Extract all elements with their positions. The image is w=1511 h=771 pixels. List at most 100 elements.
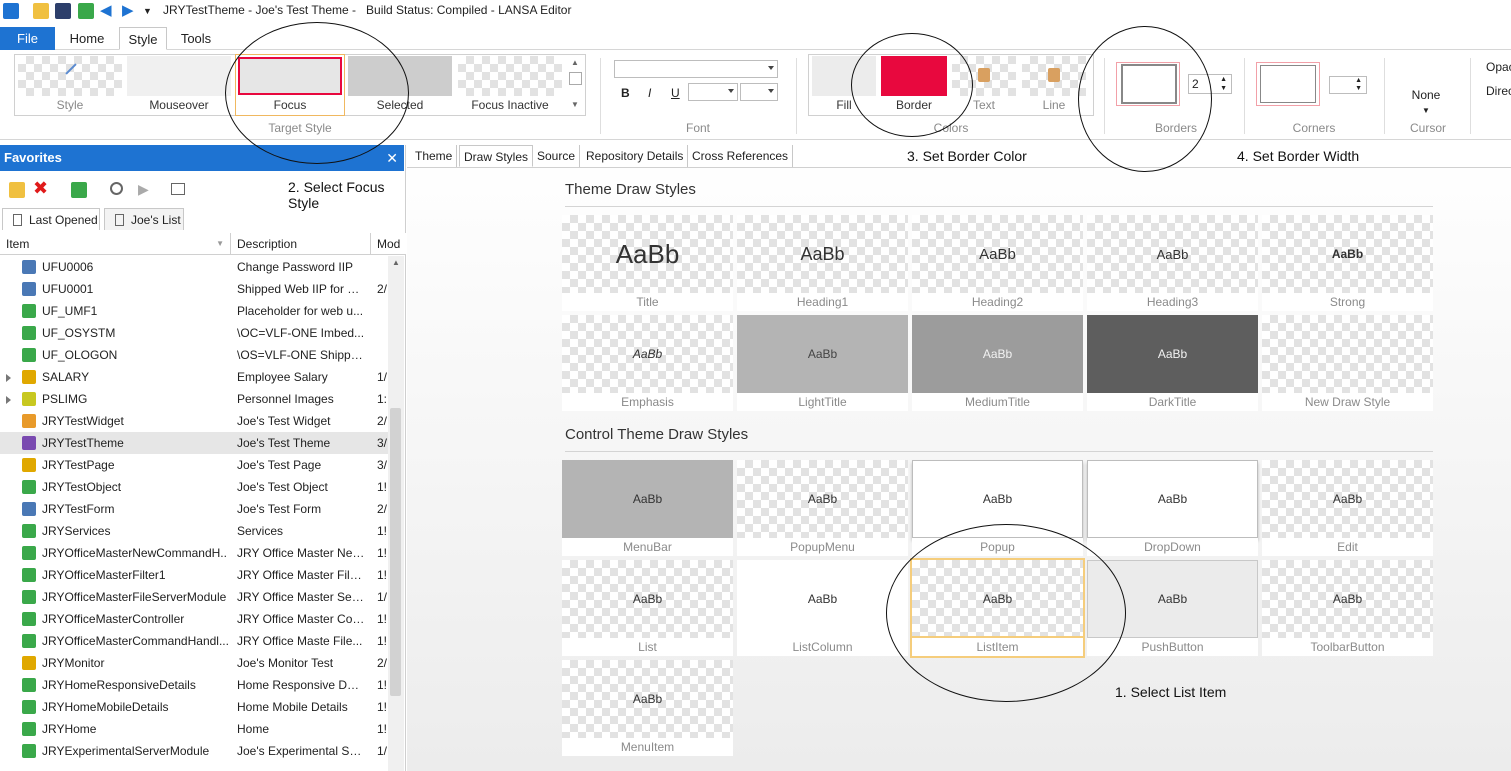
list-item[interactable]: JRYHomeResponsiveDetails Home Responsive … [0, 674, 388, 696]
tab-cross-references[interactable]: Cross References [688, 145, 794, 167]
control-style-pushbutton[interactable]: AaBb PushButton [1087, 560, 1258, 656]
font-color-combo[interactable] [740, 83, 778, 101]
tab-file[interactable]: File [0, 27, 55, 50]
gallery-more-button[interactable] [569, 72, 582, 85]
draw-style-heading3[interactable]: AaBb Heading3 [1087, 215, 1258, 311]
style-preview[interactable]: AaBb [737, 460, 908, 538]
expand-arrow-icon[interactable] [6, 396, 11, 404]
draw-style-strong[interactable]: AaBb Strong [1262, 215, 1433, 311]
style-preview[interactable]: AaBb [1262, 215, 1433, 293]
list-item[interactable]: JRYTestTheme Joe's Test Theme 3/ [0, 432, 388, 454]
list-item[interactable]: UFU0001 Shipped Web IIP for U... 2/ [0, 278, 388, 300]
check-in-icon[interactable] [71, 182, 87, 198]
target-style-mouseover[interactable] [127, 56, 231, 96]
list-item[interactable]: JRYOfficeMasterFileServerModule JRY Offic… [0, 586, 388, 608]
style-preview[interactable]: AaBb [737, 215, 908, 293]
properties-icon[interactable] [171, 183, 185, 195]
fill-color-button[interactable] [812, 56, 876, 96]
style-preview[interactable]: AaBb [1087, 560, 1258, 638]
style-preview[interactable]: AaBb [1087, 215, 1258, 293]
forward-arrow-icon[interactable]: ▶ [122, 3, 138, 19]
bold-button[interactable]: B [621, 86, 630, 100]
list-scrollbar[interactable]: ▲ [388, 256, 404, 771]
list-item[interactable]: JRYOfficeMasterController JRY Office Mast… [0, 608, 388, 630]
draw-style-new-draw-style[interactable]: New Draw Style [1262, 315, 1433, 411]
control-style-popupmenu[interactable]: AaBb PopupMenu [737, 460, 908, 556]
style-preview[interactable]: AaBb [737, 315, 908, 393]
list-item[interactable]: JRYTestForm Joe's Test Form 2/ [0, 498, 388, 520]
control-style-popup[interactable]: AaBb Popup [912, 460, 1083, 556]
tab-style[interactable]: Style [119, 27, 167, 50]
direction-label[interactable]: Direc [1486, 84, 1511, 98]
draw-style-mediumtitle[interactable]: AaBb MediumTitle [912, 315, 1083, 411]
style-preview[interactable]: AaBb [562, 560, 733, 638]
style-preview[interactable]: AaBb [912, 460, 1083, 538]
target-style-selected[interactable] [348, 56, 452, 96]
list-item[interactable]: JRYTestObject Joe's Test Object 1! [0, 476, 388, 498]
customize-toolbar-icon[interactable]: ▼ [143, 3, 159, 19]
control-style-toolbarbutton[interactable]: AaBb ToolbarButton [1262, 560, 1433, 656]
style-preview[interactable]: AaBb [562, 215, 733, 293]
style-preview[interactable]: AaBb [1087, 315, 1258, 393]
check-in-icon[interactable] [78, 3, 94, 19]
delete-icon[interactable]: ✖ [33, 179, 49, 197]
style-preview[interactable]: AaBb [562, 315, 733, 393]
tab-repository-details[interactable]: Repository Details [582, 145, 689, 167]
draw-style-emphasis[interactable]: AaBb Emphasis [562, 315, 733, 411]
tab-theme[interactable]: Theme [411, 145, 458, 167]
tab-home[interactable]: Home [60, 27, 114, 50]
control-style-dropdown[interactable]: AaBb DropDown [1087, 460, 1258, 556]
target-style-style[interactable] [18, 56, 122, 96]
expand-arrow-icon[interactable] [6, 374, 11, 382]
style-preview[interactable]: AaBb [912, 215, 1083, 293]
list-item[interactable]: JRYHomeMobileDetails Home Mobile Details 1… [0, 696, 388, 718]
list-item[interactable]: JRYOfficeMasterFilter1 JRY Office Master … [0, 564, 388, 586]
draw-style-heading1[interactable]: AaBb Heading1 [737, 215, 908, 311]
list-item[interactable]: UFU0006 Change Password IIP [0, 256, 388, 278]
draw-style-darktitle[interactable]: AaBb DarkTitle [1087, 315, 1258, 411]
tab-joes-list[interactable]: Joe's List [104, 208, 184, 230]
list-item[interactable]: JRYTestWidget Joe's Test Widget 2/ [0, 410, 388, 432]
control-style-edit[interactable]: AaBb Edit [1262, 460, 1433, 556]
search-icon[interactable] [110, 182, 123, 195]
italic-button[interactable]: I [648, 86, 651, 100]
target-style-focus-inactive[interactable] [458, 56, 562, 96]
style-preview[interactable] [1262, 315, 1433, 393]
list-item[interactable]: JRYExperimentalServerModule Joe's Experim… [0, 740, 388, 762]
list-item[interactable]: JRYServices Services 1! [0, 520, 388, 542]
style-preview[interactable]: AaBb [562, 460, 733, 538]
border-width-spinner[interactable]: 2 ▲ ▼ [1188, 74, 1232, 94]
style-preview[interactable]: AaBb [1262, 460, 1433, 538]
control-style-list[interactable]: AaBb List [562, 560, 733, 656]
style-preview[interactable]: AaBb [912, 315, 1083, 393]
save-icon[interactable] [55, 3, 71, 19]
font-size-combo[interactable] [688, 83, 738, 101]
style-preview[interactable]: AaBb [910, 558, 1085, 640]
column-description[interactable]: Description [231, 233, 371, 255]
tab-last-opened[interactable]: Last Opened [2, 208, 100, 230]
tab-tools[interactable]: Tools [172, 27, 220, 50]
list-item[interactable]: JRYTestPage Joe's Test Page 3/ [0, 454, 388, 476]
play-icon[interactable]: ▶ [138, 181, 154, 197]
style-preview[interactable]: AaBb [1262, 560, 1433, 638]
list-item[interactable]: PSLIMG Personnel Images 1: [0, 388, 388, 410]
target-style-focus[interactable] [238, 57, 342, 95]
draw-style-lighttitle[interactable]: AaBb LightTitle [737, 315, 908, 411]
control-style-listitem[interactable]: AaBb ListItem [910, 558, 1085, 658]
corner-radius-spinner[interactable]: ▲ ▼ [1329, 76, 1367, 94]
font-name-combo[interactable] [614, 60, 778, 78]
tab-draw-styles[interactable]: Draw Styles [459, 145, 534, 167]
list-item[interactable]: JRYOfficeMasterNewCommandH... JRY Office … [0, 542, 388, 564]
close-icon[interactable]: ✕ [386, 145, 398, 171]
style-preview[interactable]: AaBb [1087, 460, 1258, 538]
style-preview[interactable]: AaBb [562, 660, 733, 738]
spinner-arrows-icon[interactable]: ▲ ▼ [1355, 77, 1362, 93]
list-item[interactable]: JRYMonitor Joe's Monitor Test 2/ [0, 652, 388, 674]
border-color-button[interactable] [881, 56, 947, 96]
spinner-arrows-icon[interactable]: ▲ ▼ [1220, 75, 1227, 93]
list-item[interactable]: UF_UMF1 Placeholder for web u... [0, 300, 388, 322]
opacity-label[interactable]: Opac [1486, 60, 1511, 74]
list-item[interactable]: UF_OLOGON \OS=VLF-ONE Shippe... [0, 344, 388, 366]
back-arrow-icon[interactable]: ◀ [100, 3, 116, 19]
column-item[interactable]: Item ▼ [0, 233, 231, 255]
